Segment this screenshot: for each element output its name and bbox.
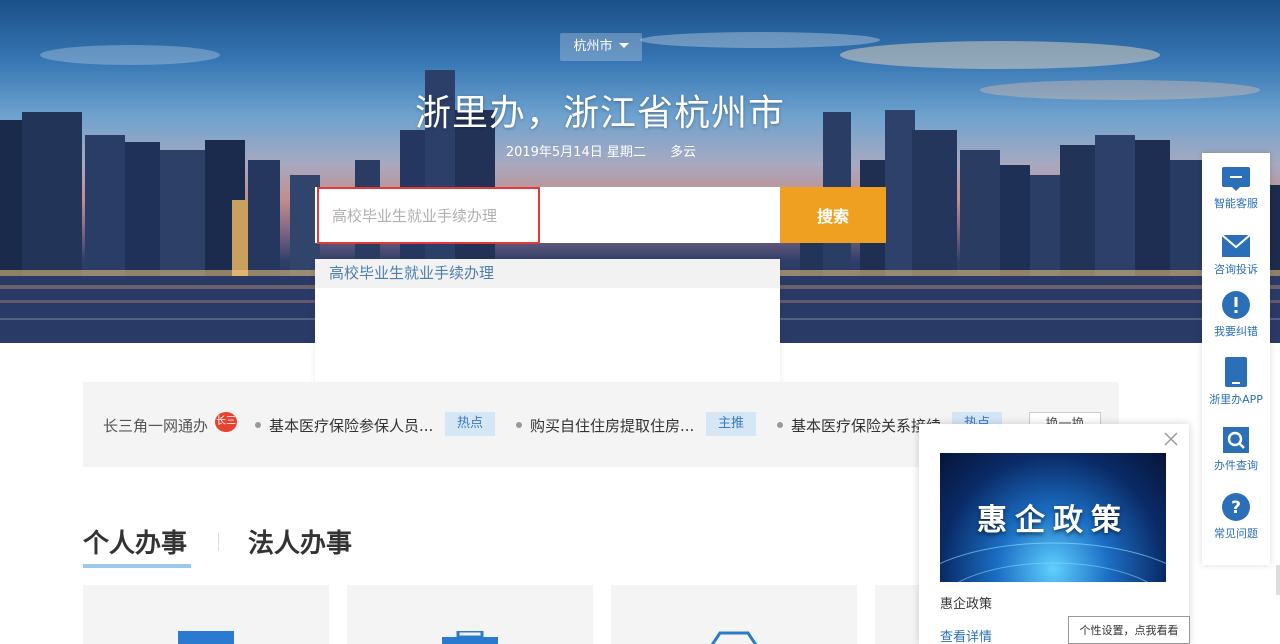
page-title-text: 浙里办，浙江省杭州市 — [414, 93, 785, 134]
search-icon — [1223, 427, 1249, 453]
svg-text:?: ? — [1231, 498, 1241, 518]
weekday-text: 星期二 — [606, 145, 646, 160]
id-card-icon — [178, 631, 234, 644]
mail-icon — [1222, 235, 1250, 257]
hot-item[interactable]: 基本医疗保险关系接续 — [777, 415, 941, 436]
page-title: 浙里办，浙江省杭州市 — [0, 84, 1200, 136]
yangtze-delta-link[interactable]: 长三角一网通办 — [103, 415, 208, 436]
bullet-icon — [777, 422, 783, 428]
yangtze-delta-logo-icon: 长三 — [215, 412, 237, 432]
suggestion-item[interactable]: 高校毕业生就业手续办理 — [315, 259, 780, 288]
sidebar-item-correction[interactable]: 我要纠错 — [1202, 291, 1270, 339]
briefcase-icon — [442, 631, 498, 644]
service-card[interactable] — [347, 585, 593, 644]
hot-tag: 热点 — [445, 412, 496, 436]
view-details-link[interactable]: 查看详情 — [940, 626, 992, 644]
bullet-icon — [516, 422, 522, 428]
popup-title: 惠企政策 — [940, 597, 993, 612]
service-card[interactable] — [611, 585, 857, 644]
active-tab-indicator — [83, 564, 191, 568]
weather-text: 多云 — [670, 145, 697, 160]
sidebar-item-app[interactable]: 浙里办APP — [1202, 357, 1270, 407]
city-selector[interactable]: 杭州市 — [560, 33, 642, 61]
edge-handle — [1276, 565, 1280, 595]
chat-icon — [1222, 167, 1250, 191]
city-label: 杭州市 — [573, 39, 613, 54]
sidebar-label: 浙里办APP — [1209, 393, 1263, 406]
personal-settings-tip[interactable]: 个性设置，点我看看 — [1068, 616, 1190, 644]
sidebar-label: 智能客服 — [1214, 197, 1258, 210]
search-input[interactable] — [317, 187, 540, 244]
sidebar-item-query[interactable]: 办件查询 — [1202, 427, 1270, 473]
car-icon — [710, 631, 758, 644]
bullet-icon — [255, 422, 261, 428]
hot-item[interactable]: 购买自住住房提取住房... — [516, 415, 694, 436]
tab-corporate[interactable]: 法人办事 — [248, 523, 352, 560]
hot-item-text: 购买自住住房提取住房... — [530, 417, 695, 435]
recommend-tag: 主推 — [706, 412, 757, 436]
search-button[interactable]: 搜索 — [780, 187, 886, 243]
date-weather: 2019年5月14日 星期二 多云 — [0, 141, 1202, 160]
floating-sidebar: 智能客服 咨询投诉 我要纠错 浙里办APP 办件查询 ? 常见问题 — [1202, 153, 1270, 565]
policy-popup: 惠企政策 惠企政策 查看详情 — [919, 424, 1189, 644]
search-suggestions: 高校毕业生就业手续办理 — [315, 259, 780, 399]
hot-item[interactable]: 基本医疗保险参保人员... — [255, 415, 433, 436]
sidebar-label: 咨询投诉 — [1214, 263, 1258, 276]
question-icon: ? — [1222, 493, 1250, 521]
sidebar-label: 常见问题 — [1214, 527, 1258, 540]
sidebar-label: 我要纠错 — [1214, 325, 1258, 338]
sidebar-item-complaint[interactable]: 咨询投诉 — [1202, 235, 1270, 277]
policy-banner-image[interactable]: 惠企政策 — [940, 453, 1166, 582]
sidebar-label: 办件查询 — [1214, 459, 1258, 472]
tab-personal[interactable]: 个人办事 — [83, 523, 187, 560]
tab-divider — [218, 533, 219, 551]
policy-banner-text: 惠企政策 — [977, 503, 1129, 538]
caret-down-icon — [618, 43, 629, 48]
phone-icon — [1225, 357, 1247, 387]
alert-icon — [1222, 291, 1250, 319]
close-icon[interactable] — [1162, 430, 1180, 448]
date-text: 2019年5月14日 — [505, 145, 603, 160]
service-card[interactable] — [83, 585, 329, 644]
hot-item-text: 基本医疗保险参保人员... — [269, 417, 434, 435]
sidebar-item-chat[interactable]: 智能客服 — [1202, 167, 1270, 211]
sidebar-item-faq[interactable]: ? 常见问题 — [1202, 493, 1270, 541]
